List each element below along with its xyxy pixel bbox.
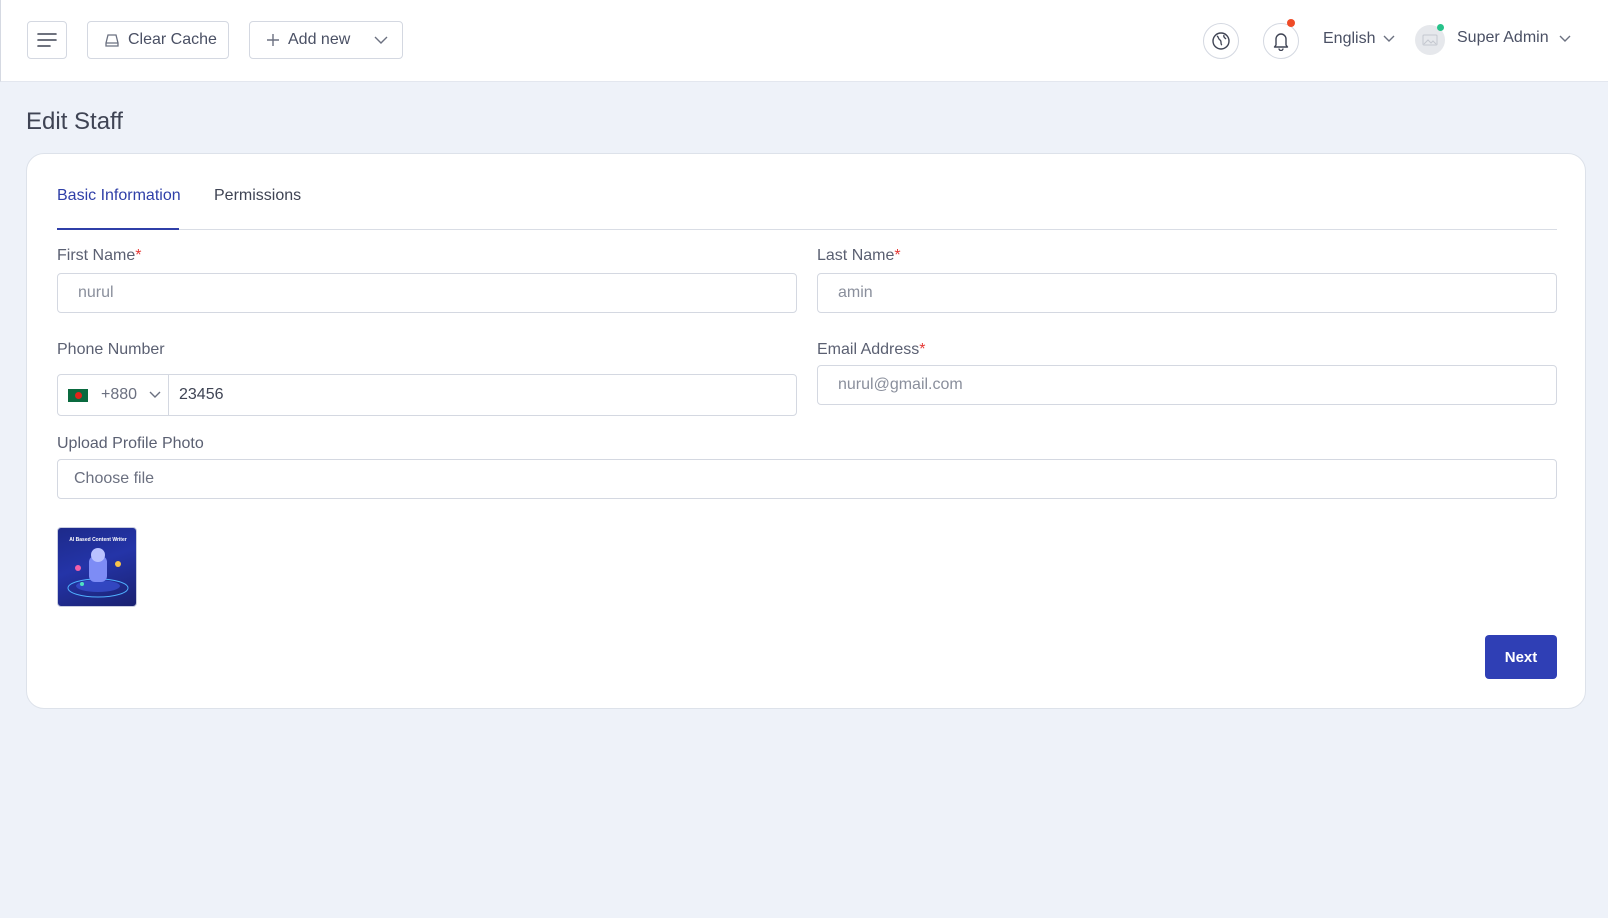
- next-button[interactable]: Next: [1485, 635, 1557, 679]
- notification-badge: [1287, 19, 1295, 27]
- chevron-down-icon: [374, 36, 388, 44]
- first-name-label-text: First Name: [57, 247, 136, 264]
- bell-icon: [1272, 31, 1290, 51]
- first-name-value: nurul: [78, 284, 114, 301]
- globe-icon: [1211, 31, 1231, 51]
- last-name-field[interactable]: amin: [817, 273, 1557, 313]
- chevron-down-icon: [1383, 35, 1395, 43]
- upload-photo-label: Upload Profile Photo: [57, 435, 204, 452]
- add-new-button[interactable]: Add new: [249, 21, 403, 59]
- staff-form-card: Basic Information Permissions First Name…: [26, 153, 1586, 709]
- last-name-label-text: Last Name: [817, 247, 895, 264]
- sidebar-toggle-button[interactable]: [27, 21, 67, 59]
- chevron-down-icon: [1559, 35, 1571, 43]
- phone-number-label: Phone Number: [57, 341, 165, 358]
- thumbnail-illustration: [67, 548, 129, 598]
- country-code: +880: [101, 386, 138, 403]
- image-placeholder-icon: [1422, 34, 1438, 46]
- phone-input-group: +880 23456: [57, 374, 797, 416]
- website-globe-button[interactable]: [1203, 23, 1239, 59]
- plus-icon: [266, 33, 280, 47]
- profile-photo-file-input[interactable]: Choose file: [57, 459, 1557, 499]
- required-mark: *: [135, 247, 142, 264]
- required-mark: *: [894, 247, 901, 264]
- first-name-label: First Name*: [57, 247, 141, 265]
- cache-icon: [104, 33, 120, 47]
- active-tab-indicator: [57, 228, 179, 230]
- language-selector[interactable]: English: [1323, 30, 1395, 48]
- first-name-field[interactable]: nurul: [57, 273, 797, 313]
- file-input-placeholder: Choose file: [74, 470, 155, 487]
- email-field[interactable]: nurul@gmail.com: [817, 365, 1557, 405]
- language-label: English: [1323, 30, 1376, 47]
- tab-basic-information[interactable]: Basic Information: [57, 187, 181, 205]
- chevron-down-icon: [149, 391, 161, 399]
- add-new-label: Add new: [288, 31, 351, 48]
- form-tabs: Basic Information Permissions: [57, 154, 1557, 230]
- last-name-label: Last Name*: [817, 247, 901, 265]
- clear-cache-label: Clear Cache: [128, 31, 217, 48]
- clear-cache-button[interactable]: Clear Cache: [87, 21, 229, 59]
- email-address-label: Email Address*: [817, 341, 926, 359]
- country-code-selector[interactable]: +880: [58, 375, 169, 415]
- top-navbar: Clear Cache Add new English Super Admin: [0, 0, 1608, 82]
- user-name: Super Admin: [1457, 29, 1549, 46]
- email-value: nurul@gmail.com: [838, 376, 963, 393]
- online-status-dot: [1437, 24, 1444, 31]
- profile-photo-thumbnail: AI Based Content Writer: [57, 527, 137, 607]
- phone-number-value: 23456: [179, 386, 224, 403]
- notifications-button[interactable]: [1263, 23, 1299, 59]
- email-label-text: Email Address: [817, 341, 920, 358]
- required-mark: *: [919, 341, 926, 358]
- bangladesh-flag-icon: [68, 388, 88, 402]
- page-title: Edit Staff: [26, 108, 123, 135]
- phone-number-field[interactable]: 23456: [169, 375, 796, 415]
- hamburger-icon: [37, 32, 57, 48]
- tab-permissions[interactable]: Permissions: [214, 187, 301, 205]
- last-name-value: amin: [838, 284, 873, 301]
- user-menu[interactable]: Super Admin: [1457, 29, 1571, 47]
